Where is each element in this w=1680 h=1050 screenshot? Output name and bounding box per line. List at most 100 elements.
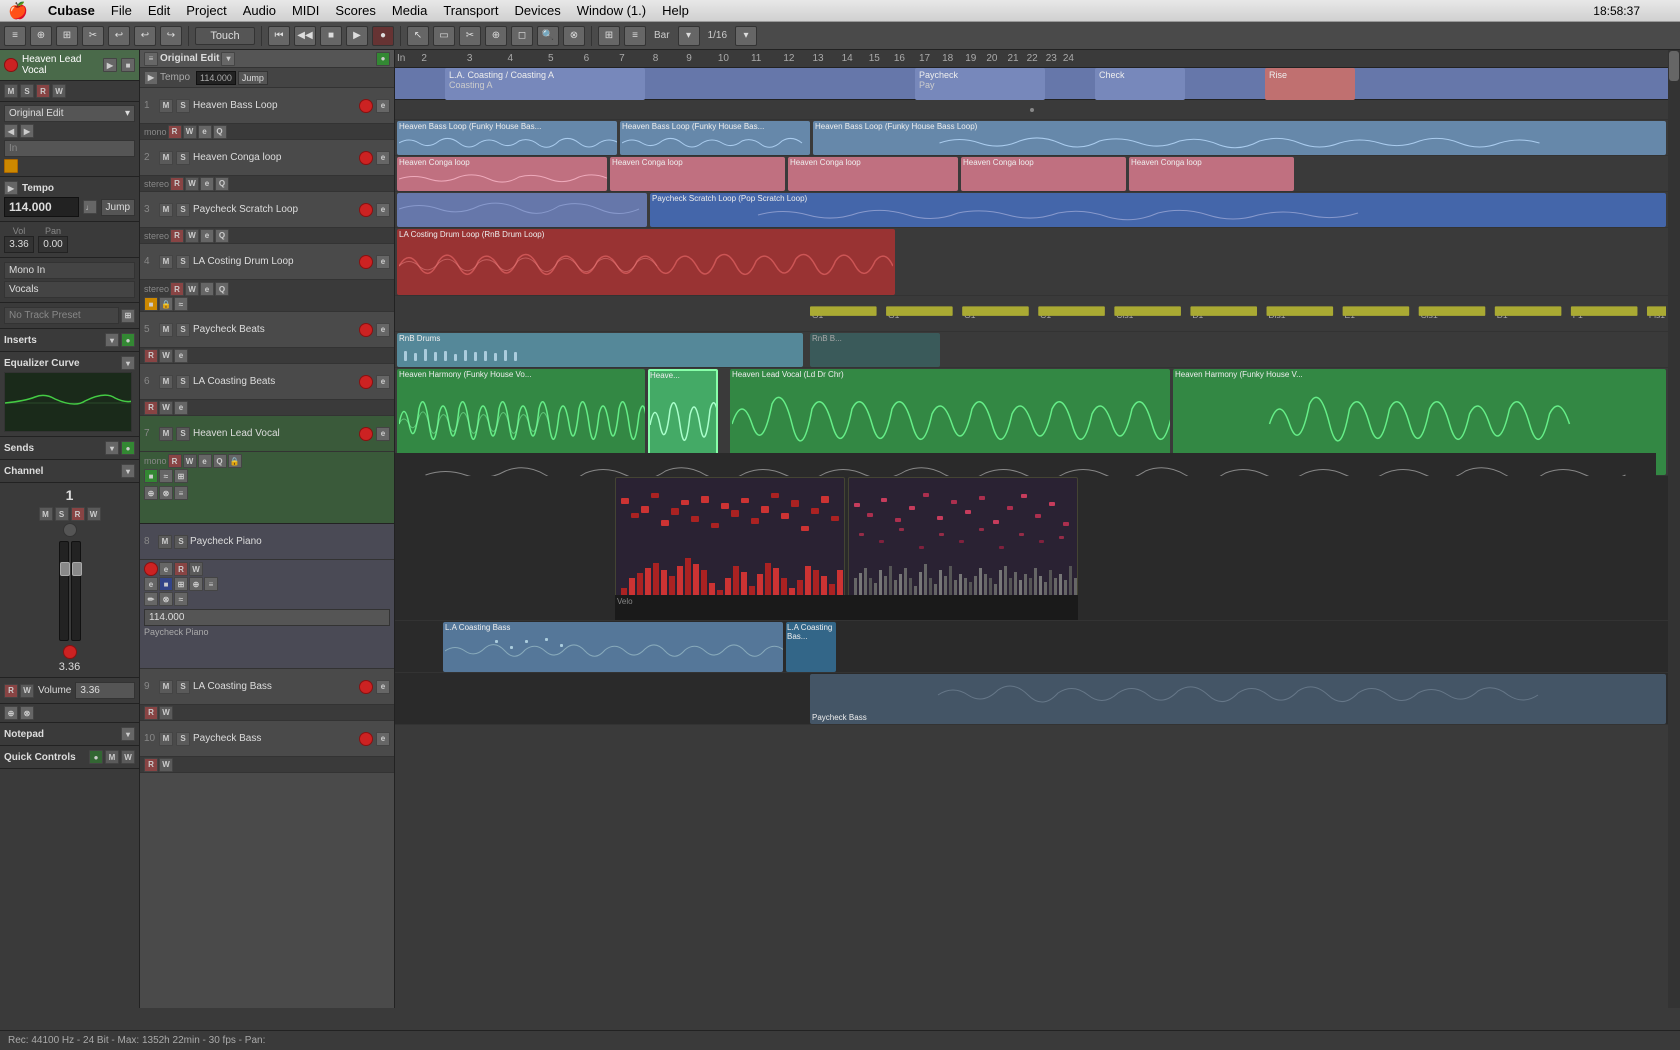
- solo-btn[interactable]: S: [20, 84, 34, 98]
- go-to-start-btn[interactable]: ⏮: [268, 26, 290, 46]
- range-tool[interactable]: ▭: [433, 26, 455, 46]
- t3-solo[interactable]: S: [176, 203, 190, 217]
- t3-q[interactable]: Q: [215, 229, 229, 243]
- extra-btn2[interactable]: ⊗: [20, 706, 34, 720]
- t1-r[interactable]: R: [168, 125, 182, 139]
- marker-coasting[interactable]: L.A. Coasting / Coasting A Coasting A: [445, 68, 645, 100]
- menu-edit[interactable]: Edit: [148, 3, 170, 18]
- menu-midi[interactable]: MIDI: [292, 3, 319, 18]
- t7-btn5[interactable]: ⊗: [159, 486, 173, 500]
- ch-write-btn[interactable]: W: [87, 507, 101, 521]
- play-btn[interactable]: ▶: [346, 26, 368, 46]
- inserts-expand[interactable]: ▾: [105, 333, 119, 347]
- t8-btn3[interactable]: ⊞: [174, 577, 188, 591]
- menu-media[interactable]: Media: [392, 3, 427, 18]
- input-dropdown[interactable]: In: [4, 140, 135, 157]
- extra-btn1[interactable]: ⊕: [4, 706, 18, 720]
- t9-solo[interactable]: S: [176, 680, 190, 694]
- split-tool[interactable]: ✂: [459, 26, 481, 46]
- inserts-power[interactable]: ●: [121, 333, 135, 347]
- t7-monitor[interactable]: e: [376, 427, 390, 441]
- track-expand-btn[interactable]: ▶: [103, 58, 117, 72]
- t7-mute[interactable]: M: [159, 427, 173, 441]
- record-btn[interactable]: ●: [372, 26, 394, 46]
- t2-w[interactable]: W: [185, 177, 199, 191]
- tempo-value-display[interactable]: 114.000: [4, 197, 79, 217]
- marker-check[interactable]: Check: [1095, 68, 1185, 100]
- t9-rec[interactable]: [359, 680, 373, 694]
- toolbar-btn-2[interactable]: ⊕: [30, 26, 52, 46]
- track-collapse-btn[interactable]: ■: [121, 58, 135, 72]
- eq-expand[interactable]: ▾: [121, 356, 135, 370]
- rewind-btn[interactable]: ◀◀: [294, 26, 316, 46]
- t4-fade[interactable]: ≈: [174, 297, 188, 311]
- t3-rec[interactable]: [359, 203, 373, 217]
- menu-project[interactable]: Project: [186, 3, 226, 18]
- instrument-name[interactable]: 114.000: [144, 609, 390, 626]
- t8-btn1[interactable]: e: [144, 577, 158, 591]
- app-name[interactable]: Cubase: [48, 3, 95, 18]
- volume-field-value[interactable]: 3.36: [75, 682, 135, 699]
- scratch-small[interactable]: [397, 193, 647, 227]
- t2-mute[interactable]: M: [159, 151, 173, 165]
- t5-rec[interactable]: [359, 323, 373, 337]
- t2-solo[interactable]: S: [176, 151, 190, 165]
- ch-mute-btn[interactable]: M: [39, 507, 53, 521]
- preset-btn[interactable]: ⊞: [121, 309, 135, 323]
- qc-power[interactable]: ●: [89, 750, 103, 764]
- jump-btn[interactable]: Jump: [101, 199, 135, 216]
- scratch-clip-main[interactable]: Paycheck Scratch Loop (Pop Scratch Loop): [650, 193, 1666, 227]
- conga-clip-3[interactable]: Heaven Conga loop: [788, 157, 958, 191]
- t8-r[interactable]: R: [174, 562, 188, 576]
- t6-e[interactable]: e: [174, 401, 188, 415]
- snap-btn[interactable]: ⊞: [598, 26, 620, 46]
- vol-w-btn[interactable]: W: [20, 684, 34, 698]
- undo-btn[interactable]: ↩: [134, 26, 156, 46]
- t4-e[interactable]: e: [200, 282, 214, 296]
- t2-rec[interactable]: [359, 151, 373, 165]
- quantize-btn[interactable]: ≡: [624, 26, 646, 46]
- ch-read-btn[interactable]: R: [71, 507, 85, 521]
- t7-btn6[interactable]: ≡: [174, 486, 188, 500]
- t1-e[interactable]: e: [198, 125, 212, 139]
- t2-r[interactable]: R: [170, 177, 184, 191]
- sends-power[interactable]: ●: [121, 441, 135, 455]
- marker-fold[interactable]: ▶: [144, 71, 158, 85]
- t4-mute[interactable]: M: [159, 255, 173, 269]
- t8-btn4[interactable]: ⊕: [189, 577, 203, 591]
- t1-solo[interactable]: S: [176, 99, 190, 113]
- edit-btn2[interactable]: ▶: [20, 124, 34, 138]
- t7-btn4[interactable]: ⊕: [144, 486, 158, 500]
- arrange-scrollbar[interactable]: [1668, 50, 1680, 1008]
- t1-mute[interactable]: M: [159, 99, 173, 113]
- write-btn[interactable]: W: [52, 84, 66, 98]
- t3-r[interactable]: R: [170, 229, 184, 243]
- channel-expand[interactable]: ▾: [121, 464, 135, 478]
- erase-tool[interactable]: ◻: [511, 26, 533, 46]
- t5-monitor[interactable]: e: [376, 323, 390, 337]
- bass-loop-clip-3[interactable]: Heaven Bass Loop (Funky House Bass Loop): [813, 121, 1666, 155]
- t4-color[interactable]: ■: [144, 297, 158, 311]
- t10-mute[interactable]: M: [159, 732, 173, 746]
- touch-mode-select[interactable]: Touch: [195, 27, 255, 45]
- rnb-beats-2[interactable]: RnB B...: [810, 333, 940, 367]
- t3-monitor[interactable]: e: [376, 203, 390, 217]
- t7-q[interactable]: Q: [213, 454, 227, 468]
- arrange-dropdown[interactable]: ▾: [221, 52, 235, 66]
- t8-mon[interactable]: e: [159, 562, 173, 576]
- t8-rec[interactable]: [144, 562, 158, 576]
- t8-btn2[interactable]: ■: [159, 577, 173, 591]
- t3-mute[interactable]: M: [159, 203, 173, 217]
- qc-w[interactable]: W: [121, 750, 135, 764]
- t8-solo[interactable]: S: [174, 535, 188, 549]
- t7-r[interactable]: R: [168, 454, 182, 468]
- zoom-tool[interactable]: 🔍: [537, 26, 559, 46]
- t4-rec[interactable]: [359, 255, 373, 269]
- bass-loop-clip-1[interactable]: Heaven Bass Loop (Funky House Bas...: [397, 121, 617, 155]
- t5-r[interactable]: R: [144, 349, 158, 363]
- t8-w[interactable]: W: [189, 562, 203, 576]
- t7-w[interactable]: W: [183, 454, 197, 468]
- track-preset-display[interactable]: No Track Preset: [4, 307, 119, 324]
- t10-w[interactable]: W: [159, 758, 173, 772]
- t7-btn1[interactable]: ■: [144, 469, 158, 483]
